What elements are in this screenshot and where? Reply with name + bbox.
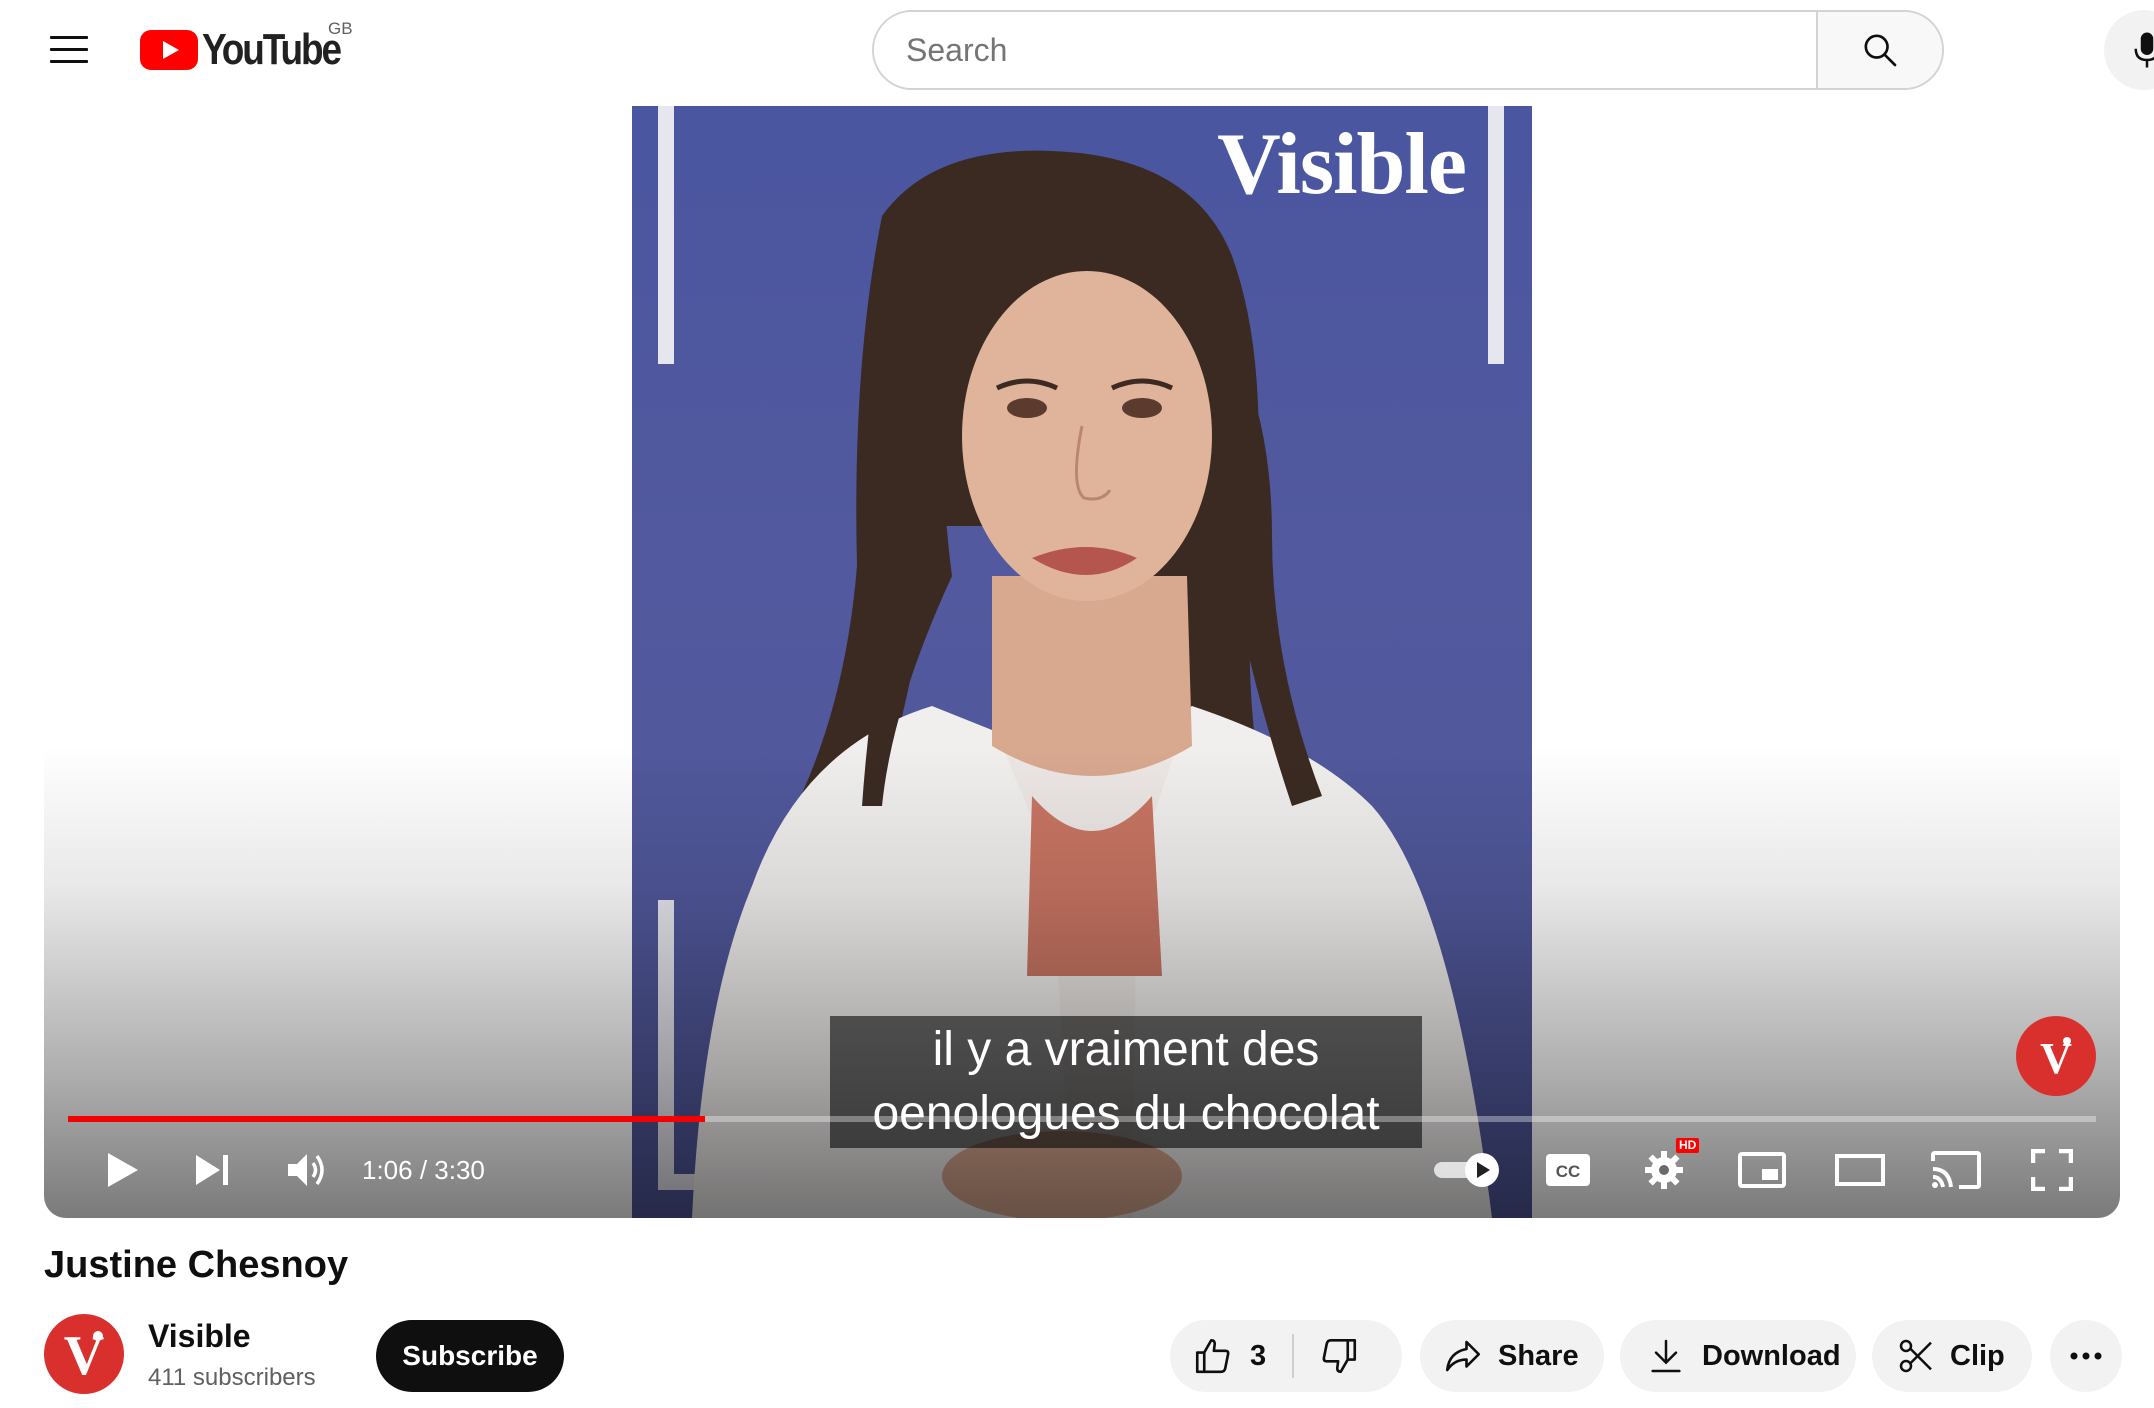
search-button[interactable] <box>1816 12 1942 88</box>
subtitle-line-1: il y a vraiment des <box>932 1023 1320 1076</box>
channel-avatar[interactable]: V <box>44 1314 124 1394</box>
share-icon <box>1445 1340 1481 1372</box>
subscribe-button[interactable]: Subscribe <box>376 1320 564 1392</box>
menu-icon[interactable] <box>44 30 92 70</box>
svg-text:CC: CC <box>1556 1162 1581 1181</box>
mute-button[interactable] <box>276 1122 340 1218</box>
search-input[interactable] <box>874 12 1816 88</box>
channel-logo-icon: V <box>64 1325 104 1384</box>
next-icon <box>196 1155 228 1185</box>
download-icon <box>1651 1339 1681 1373</box>
autoplay-toggle[interactable] <box>1428 1122 1508 1218</box>
cast-icon <box>1931 1151 1981 1189</box>
masthead: YouTube GB <box>0 0 2154 104</box>
fullscreen-button[interactable] <box>2016 1122 2088 1218</box>
like-count: 3 <box>1250 1339 1267 1372</box>
settings-button[interactable] <box>1628 1122 1700 1218</box>
miniplayer-icon <box>1738 1152 1786 1188</box>
channel-watermark-button[interactable]: V <box>2016 1016 2096 1096</box>
like-button[interactable]: 3 <box>1170 1320 1295 1392</box>
volume-icon <box>288 1154 324 1186</box>
settings-icon <box>1645 1151 1683 1189</box>
download-button[interactable]: Download <box>1620 1320 1856 1392</box>
dislike-button[interactable] <box>1294 1320 1384 1392</box>
more-actions-button[interactable] <box>2050 1320 2122 1392</box>
download-label: Download <box>1702 1339 1841 1372</box>
player-controls: 1:06 / 3:30 CC HD <box>44 1122 2120 1218</box>
play-icon <box>108 1153 138 1187</box>
country-code: GB <box>328 19 353 38</box>
theater-mode-button[interactable] <box>1824 1122 1896 1218</box>
cast-button[interactable] <box>1920 1122 1992 1218</box>
captions-icon: CC <box>1546 1154 1590 1186</box>
theater-icon <box>1835 1154 1885 1186</box>
share-label: Share <box>1498 1339 1579 1372</box>
dislike-icon <box>1322 1338 1357 1374</box>
brand-watermark: Visible <box>1217 116 1467 213</box>
time-display: 1:06 / 3:30 <box>362 1155 485 1185</box>
next-button[interactable] <box>180 1122 244 1218</box>
youtube-logo-icon <box>140 30 198 70</box>
channel-name[interactable]: Visible <box>148 1318 251 1355</box>
autoplay-toggle-icon <box>1434 1153 1499 1187</box>
mic-icon <box>2134 32 2154 68</box>
clip-button[interactable]: Clip <box>1872 1320 2032 1392</box>
voice-search-button[interactable] <box>2104 10 2154 90</box>
video-title: Justine Chesnoy <box>44 1244 349 1286</box>
search-icon <box>1864 34 1897 67</box>
like-dislike-group: 3 <box>1170 1320 1402 1392</box>
share-button[interactable]: Share <box>1420 1320 1604 1392</box>
channel-logo-icon: V <box>2040 1034 2072 1081</box>
more-icon <box>2070 1352 2102 1360</box>
captions-button[interactable]: CC <box>1532 1122 1604 1218</box>
clip-label: Clip <box>1950 1339 2005 1372</box>
play-button[interactable] <box>90 1122 154 1218</box>
miniplayer-button[interactable] <box>1726 1122 1798 1218</box>
logo-text: YouTube <box>202 25 342 74</box>
search-box <box>872 10 1944 90</box>
subscriber-count: 411 subscribers <box>148 1364 316 1391</box>
fullscreen-icon <box>2031 1149 2073 1191</box>
like-icon <box>1195 1338 1230 1374</box>
hd-badge: HD <box>1676 1138 1700 1153</box>
video-player[interactable]: Visible il y a vraiment des oenologues d… <box>44 106 2120 1218</box>
clip-icon <box>1899 1339 1932 1373</box>
